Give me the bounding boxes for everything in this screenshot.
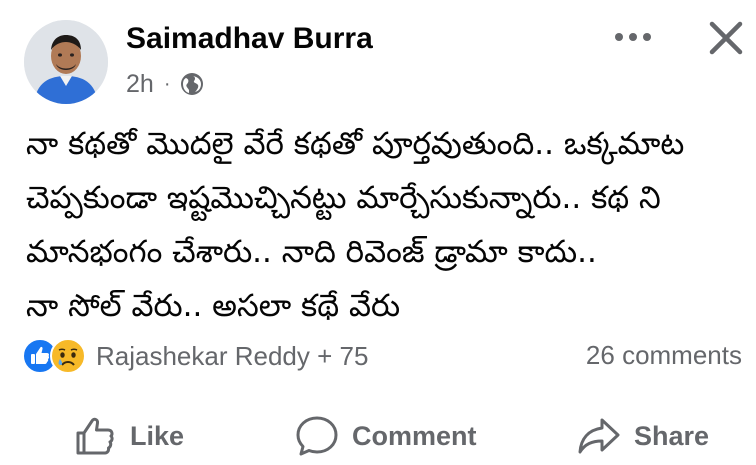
like-label: Like bbox=[130, 420, 185, 451]
post-text: నా కథతో మొదలై వేరే కథతో పూర్తవుతుంది.. ఒ… bbox=[26, 117, 736, 333]
like-button[interactable]: Like bbox=[72, 410, 184, 462]
comments-count[interactable]: 26 comments bbox=[586, 340, 742, 371]
author-avatar[interactable] bbox=[24, 20, 108, 104]
post-text-line: మానభంగం చేశారు.. నాది రివెంజ్ డ్రామా కాద… bbox=[26, 234, 597, 270]
post-meta: 2h · bbox=[126, 68, 204, 100]
share-button[interactable]: Share bbox=[576, 410, 709, 462]
dot-icon bbox=[643, 33, 651, 41]
author-name[interactable]: Saimadhav Burra bbox=[126, 22, 373, 56]
post-text-line: నా సోల్ వేరు.. అసలా కథే వేరు bbox=[26, 288, 401, 324]
dot-icon bbox=[615, 33, 623, 41]
close-icon[interactable] bbox=[704, 16, 748, 60]
post-actions: Like Comment Share bbox=[0, 410, 756, 462]
share-icon bbox=[578, 418, 620, 454]
dot-icon bbox=[629, 33, 637, 41]
meta-separator: · bbox=[163, 72, 171, 95]
share-label: Share bbox=[634, 420, 710, 451]
globe-icon[interactable] bbox=[180, 72, 204, 96]
reactions-bar: Rajashekar Reddy + 75 26 comments bbox=[22, 336, 742, 376]
thumbs-up-icon bbox=[76, 417, 114, 455]
more-options-button[interactable] bbox=[608, 22, 658, 52]
post-header: Saimadhav Burra 2h · bbox=[0, 0, 756, 110]
post-time[interactable]: 2h bbox=[126, 70, 154, 99]
sad-reaction-icon bbox=[50, 338, 86, 374]
post-text-line: నా కథతో మొదలై వేరే కథతో పూర్తవుతుంది.. ఒ… bbox=[26, 126, 685, 162]
comment-icon bbox=[296, 416, 338, 456]
comment-button[interactable]: Comment bbox=[294, 410, 477, 462]
reaction-summary[interactable]: Rajashekar Reddy + 75 bbox=[96, 341, 368, 372]
comment-label: Comment bbox=[352, 420, 477, 451]
post-text-line: చెప్పకుండా ఇష్టమొచ్చినట్టు మార్చేసుకున్న… bbox=[26, 180, 661, 216]
reaction-icons[interactable] bbox=[22, 338, 86, 374]
